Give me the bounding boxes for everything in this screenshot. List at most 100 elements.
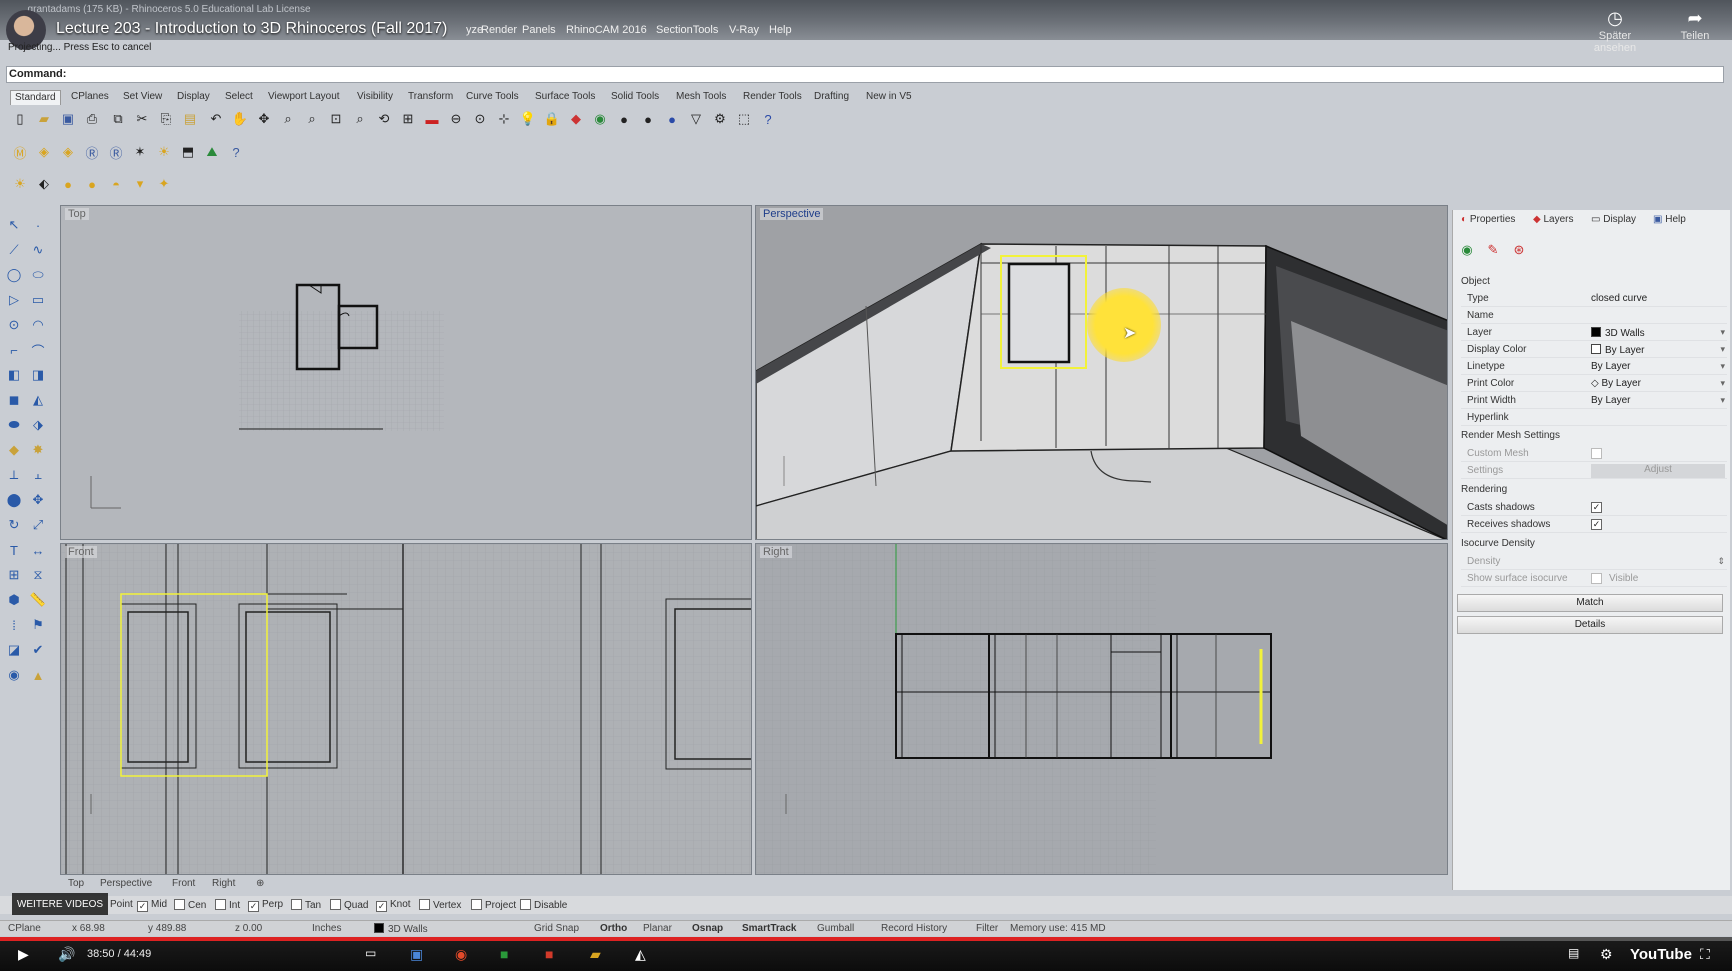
panel-tab-layers[interactable]: ◆ Layers (1533, 214, 1574, 225)
tab-surface-tools[interactable]: Surface Tools (531, 90, 599, 105)
viewport-label-front[interactable]: Front (65, 546, 97, 558)
viewport-front[interactable]: Front (60, 543, 752, 875)
loft-icon[interactable]: ◨ (28, 365, 48, 385)
render-tool-icon[interactable]: ◉ (4, 665, 24, 685)
rotate-icon[interactable]: ↻ (4, 515, 24, 535)
zoom-selected-icon[interactable]: ⌕ (350, 109, 370, 129)
move-icon[interactable]: ✥ (28, 490, 48, 510)
texture-mapping-icon[interactable]: ⊛ (1509, 240, 1529, 260)
prop-linetype[interactable]: Linetype By Layer ▾ (1461, 359, 1727, 375)
measure-icon[interactable]: 📏 (28, 590, 48, 610)
prop-display-color[interactable]: Display Color By Layer ▾ (1461, 342, 1727, 358)
details-button[interactable]: Details (1457, 616, 1723, 634)
viewport-perspective[interactable]: Perspective (755, 205, 1448, 540)
current-layer[interactable]: 3D Walls (374, 923, 428, 935)
zoom-window-icon[interactable]: ⌕ (302, 109, 322, 129)
tab-cplanes[interactable]: CPlanes (67, 90, 113, 105)
vray-help-icon[interactable]: ? (226, 142, 246, 162)
curve-icon[interactable]: ∿ (28, 240, 48, 260)
environment-icon[interactable]: ⛰ (202, 142, 222, 162)
taskbar-acrobat-icon[interactable]: ■ (545, 946, 553, 962)
lock-icon[interactable]: 🔒 (542, 109, 562, 129)
text-icon[interactable]: T (4, 540, 24, 560)
help-icon[interactable]: ? (758, 109, 778, 129)
tab-select[interactable]: Select (221, 90, 257, 105)
taskbar-rhino-icon[interactable]: ◭ (635, 946, 646, 963)
cylinder-icon[interactable]: ⬬ (4, 415, 24, 435)
taskbar-folder-icon[interactable]: ▰ (590, 946, 601, 963)
ortho-toggle[interactable]: Ortho (600, 923, 627, 934)
select-arrow-icon[interactable]: ↖ (4, 215, 24, 235)
mesh-icon[interactable]: ⬢ (4, 590, 24, 610)
subtitles-icon[interactable]: ▤ (1568, 946, 1579, 960)
window-opening[interactable] (1007, 262, 1071, 364)
tab-curve-tools[interactable]: Curve Tools (462, 90, 523, 105)
command-line[interactable]: Command: (6, 66, 1724, 83)
filter-toggle[interactable]: Filter (976, 923, 998, 934)
osnap-mid[interactable]: ✓ Mid (137, 899, 167, 912)
tab-visibility[interactable]: Visibility (353, 90, 397, 105)
ellipse-icon[interactable]: ⬭ (28, 265, 48, 285)
grid-snap-toggle[interactable]: Grid Snap (534, 923, 579, 934)
tab-solid-tools[interactable]: Solid Tools (607, 90, 663, 105)
options-gear-icon[interactable]: ⚙ (710, 109, 730, 129)
tag-icon[interactable]: ◈ (34, 142, 54, 162)
vp-tab-right[interactable]: Right (212, 878, 235, 889)
named-views-icon[interactable]: ⊖ (446, 109, 466, 129)
dome-light-icon[interactable]: ◓ (106, 174, 126, 194)
explode-icon[interactable]: ✸ (28, 440, 48, 460)
trim-icon[interactable]: ⟂ (4, 465, 24, 485)
properties-icon[interactable]: ◉ (590, 109, 610, 129)
osnap-knot[interactable]: ✓ Knot (376, 899, 411, 912)
taskbar-app-icon[interactable]: ■ (500, 946, 508, 962)
camera-icon[interactable]: ⬒ (178, 142, 198, 162)
layer-icon[interactable]: ◆ (566, 109, 586, 129)
mirror-icon[interactable]: ⧖ (28, 565, 48, 585)
osnap-tan[interactable]: Tan (291, 899, 321, 911)
offset-icon[interactable]: ⌒ (28, 340, 48, 360)
gumball-toggle[interactable]: Gumball (817, 923, 854, 934)
rendered-sphere-icon[interactable]: ● (638, 109, 658, 129)
render-sphere-icon[interactable]: ● (662, 109, 682, 129)
panel-tab-properties[interactable]: ◐ Properties (1461, 214, 1515, 225)
array-icon[interactable]: ⊞ (4, 565, 24, 585)
material-icon[interactable]: ▲ (28, 665, 48, 685)
copy-icon[interactable]: ⎘ (156, 109, 176, 129)
print-icon[interactable]: ⎙ (82, 109, 102, 129)
osnap-vertex[interactable]: Vertex (419, 899, 461, 911)
video-progress-bar[interactable] (0, 937, 1732, 941)
watch-later-button[interactable]: ◷ Später ansehen (1580, 8, 1650, 54)
scale-icon[interactable]: ⤢ (28, 515, 48, 535)
record-history-toggle[interactable]: Record History (881, 923, 947, 934)
viewport-label-top[interactable]: Top (65, 208, 89, 220)
filter-icon[interactable]: ▽ (686, 109, 706, 129)
save-icon[interactable]: ▣ (58, 109, 78, 129)
smarttrack-toggle[interactable]: SmartTrack (742, 923, 796, 934)
pan-hand-icon[interactable]: ✋ (230, 109, 250, 129)
grid-icon[interactable]: ⁞ (4, 615, 24, 635)
split-icon[interactable]: ⫠ (28, 465, 48, 485)
group-icon[interactable]: ◆ (4, 440, 24, 460)
osnap-disable[interactable]: Disable (520, 899, 567, 911)
render-r-icon[interactable]: Ⓡ (82, 142, 102, 162)
prop-receives-shadows[interactable]: Receives shadows ✓ (1461, 517, 1727, 533)
ies-light-icon[interactable]: ▾ (130, 174, 150, 194)
cplane-icon[interactable]: ▬ (422, 109, 442, 129)
cut-icon[interactable]: ✂ (132, 109, 152, 129)
fillet-icon[interactable]: ⌐ (4, 340, 24, 360)
dimension-icon[interactable]: ↔ (28, 540, 48, 560)
undo-view-icon[interactable]: ⟲ (374, 109, 394, 129)
prop-print-width[interactable]: Print Width By Layer ▾ (1461, 393, 1727, 409)
four-viewports-icon[interactable]: ⊞ (398, 109, 418, 129)
osnap-cen[interactable]: Cen (174, 899, 206, 911)
tab-viewport-layout[interactable]: Viewport Layout (264, 90, 344, 105)
prop-hyperlink[interactable]: Hyperlink (1461, 410, 1727, 426)
add-viewport-icon[interactable]: ⊕ (256, 878, 264, 889)
select-icon[interactable]: ⊙ (470, 109, 490, 129)
points-icon[interactable]: ⊹ (494, 109, 514, 129)
rectangle-icon[interactable]: ▭ (28, 290, 48, 310)
material-properties-icon[interactable]: ✎ (1483, 240, 1503, 260)
tab-set-view[interactable]: Set View (119, 90, 166, 105)
arc-icon[interactable]: ◠ (28, 315, 48, 335)
taskbar-window-icon[interactable]: ▭ (365, 946, 376, 960)
